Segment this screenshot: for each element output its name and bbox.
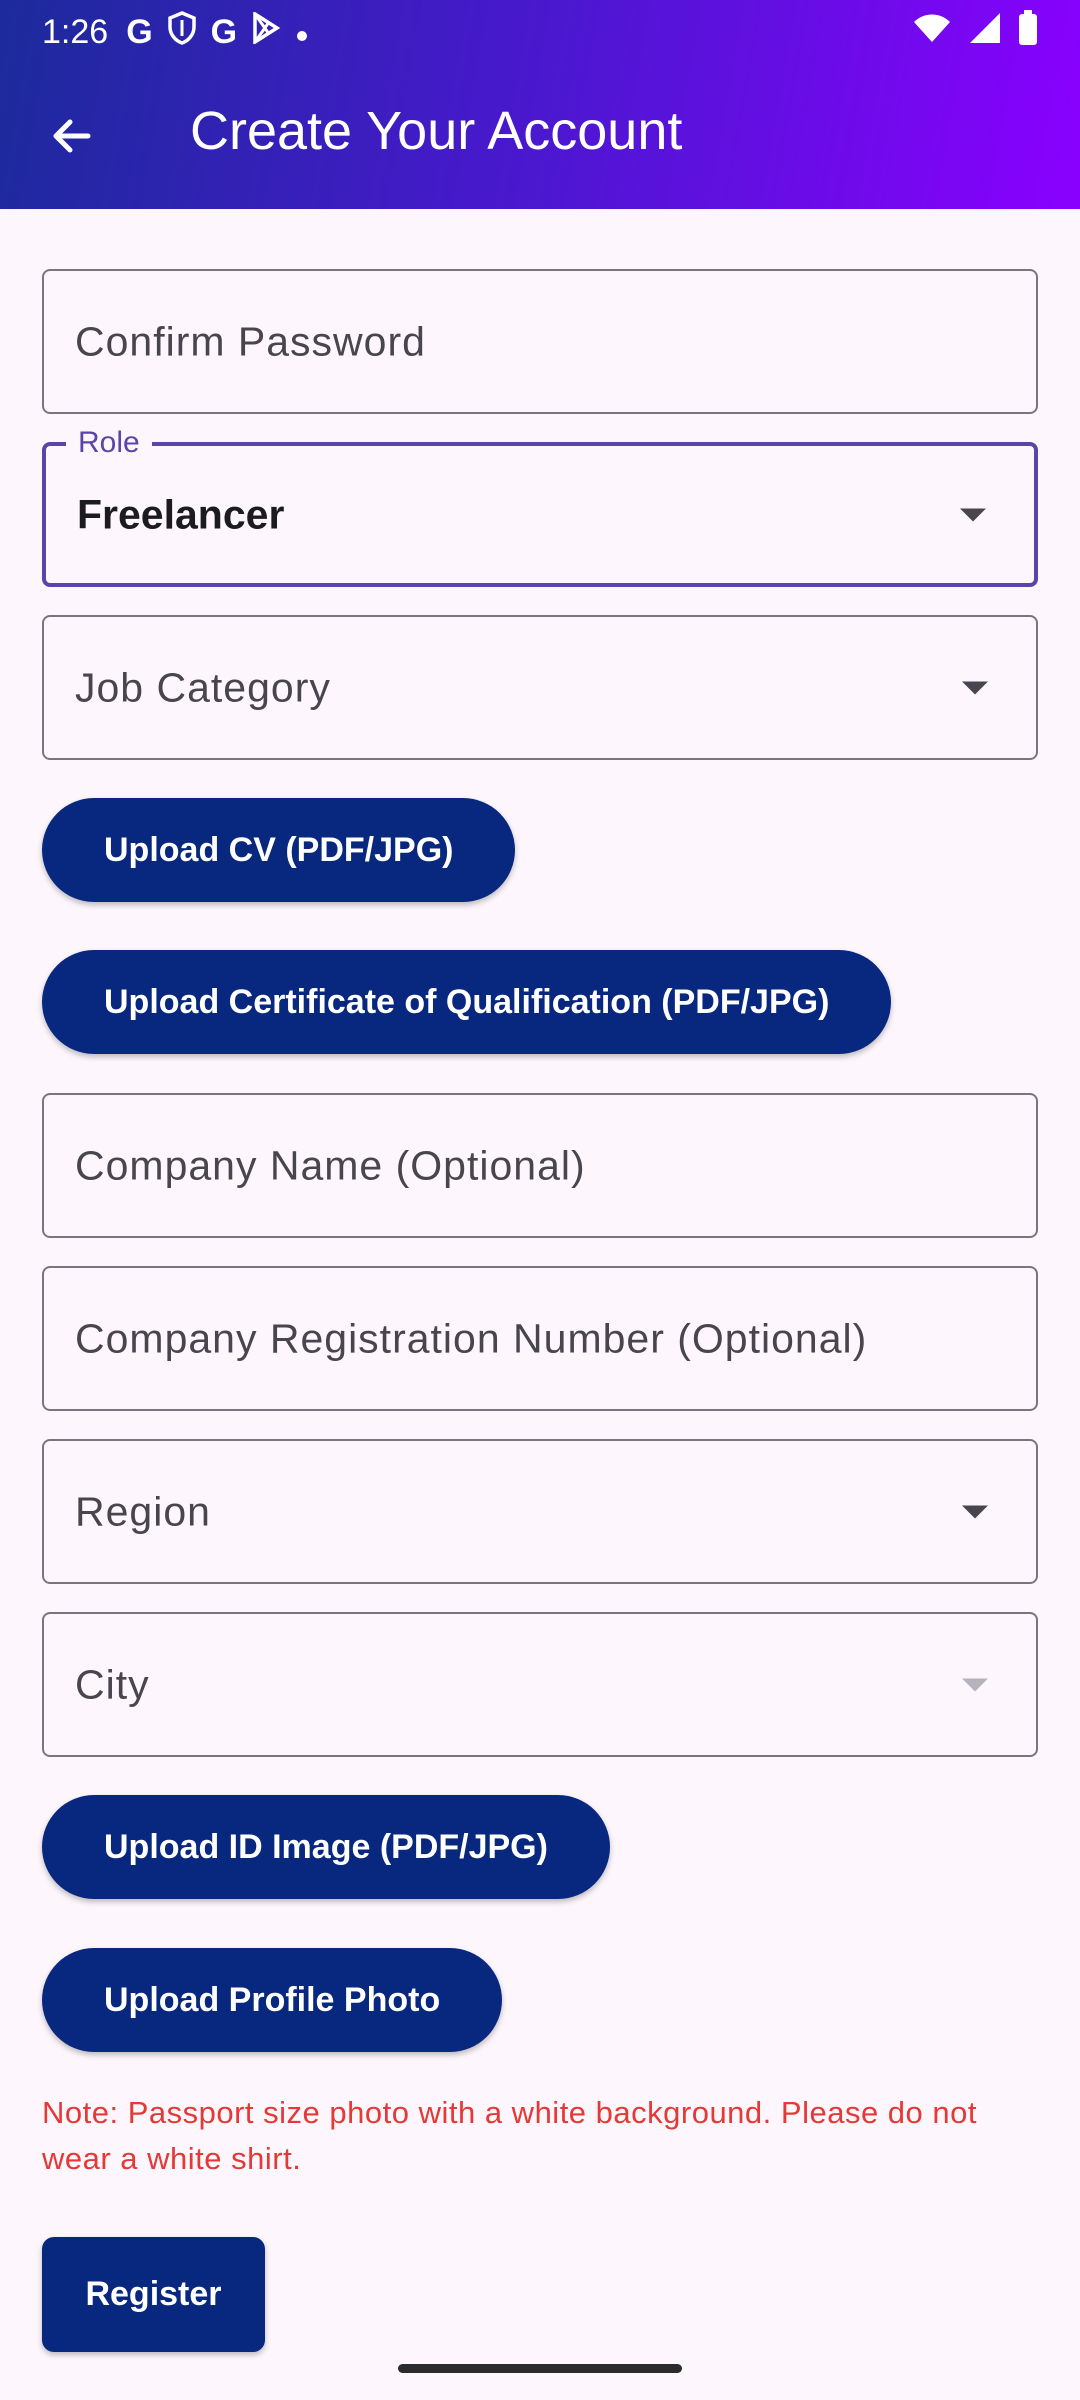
upload-profile-photo-button[interactable]: Upload Profile Photo: [42, 1948, 503, 2052]
company-name-field[interactable]: Company Name (Optional): [42, 1093, 1038, 1238]
status-time: 1:26: [42, 12, 109, 51]
job-category-placeholder: Job Category: [75, 664, 331, 710]
app-bar: 1:26 G G Create Your Account: [0, 0, 1080, 209]
dropdown-arrow-icon: [962, 681, 988, 694]
company-registration-field[interactable]: Company Registration Number (Optional): [42, 1266, 1038, 1411]
role-dropdown[interactable]: Role Freelancer: [42, 426, 1038, 587]
signal-icon: [968, 11, 1002, 54]
status-system-icons: [912, 9, 1038, 55]
upload-certificate-button[interactable]: Upload Certificate of Qualification (PDF…: [42, 950, 892, 1054]
google-icon: G: [126, 12, 153, 51]
role-value: Freelancer: [77, 491, 285, 537]
play-store-icon: [251, 10, 281, 53]
dropdown-arrow-icon: [962, 1678, 988, 1691]
dot-icon: [295, 13, 309, 52]
battery-icon: [1018, 9, 1038, 55]
arrow-back-icon[interactable]: [40, 104, 104, 168]
page-title: Create Your Account: [190, 101, 683, 161]
wifi-icon: [912, 12, 952, 53]
status-bar: 1:26 G G: [0, 0, 1080, 64]
city-dropdown[interactable]: City: [42, 1612, 1038, 1757]
region-placeholder: Region: [75, 1488, 211, 1534]
gesture-nav-handle[interactable]: [398, 2364, 682, 2373]
dropdown-arrow-icon: [960, 508, 986, 521]
company-name-placeholder: Company Name (Optional): [75, 1142, 586, 1188]
confirm-password-field[interactable]: Confirm Password: [42, 269, 1038, 414]
register-button[interactable]: Register: [42, 2237, 265, 2352]
region-dropdown[interactable]: Region: [42, 1439, 1038, 1584]
upload-id-button[interactable]: Upload ID Image (PDF/JPG): [42, 1795, 610, 1899]
role-label: Role: [66, 426, 152, 460]
photo-note: Note: Passport size photo with a white b…: [42, 2095, 977, 2176]
google-icon: G: [210, 12, 238, 51]
upload-cv-button[interactable]: Upload CV (PDF/JPG): [42, 798, 516, 902]
shield-icon: [167, 10, 197, 54]
job-category-dropdown[interactable]: Job Category: [42, 615, 1038, 760]
city-placeholder: City: [75, 1661, 150, 1707]
confirm-password-placeholder: Confirm Password: [75, 318, 426, 364]
company-registration-placeholder: Company Registration Number (Optional): [75, 1315, 868, 1361]
dropdown-arrow-icon: [962, 1505, 988, 1518]
status-notification-icons: G G: [126, 10, 309, 54]
